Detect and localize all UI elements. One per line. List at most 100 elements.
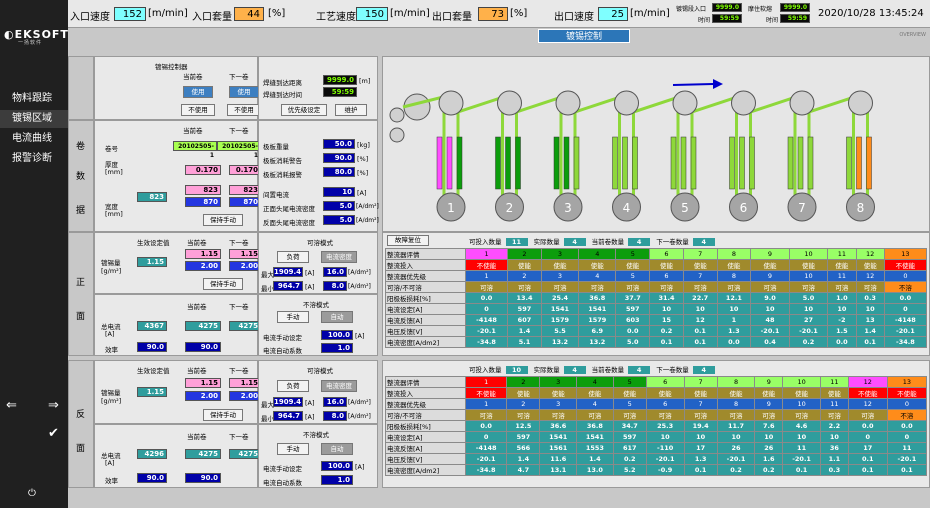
back-cell[interactable]: 11 — [819, 376, 849, 388]
forward-arrow-icon[interactable]: ⇒ — [48, 398, 59, 413]
back-cell[interactable]: 7 — [683, 398, 718, 410]
strip-hold-manual-button[interactable]: 保持手动 — [203, 214, 243, 226]
front-cell[interactable]: 3 — [540, 270, 580, 282]
front-cell[interactable]: 2 — [507, 248, 542, 260]
checkmark-icon[interactable]: ✔ — [48, 426, 59, 441]
back-cell[interactable]: 2 — [506, 376, 541, 388]
back-cell[interactable]: 使能 — [539, 387, 578, 399]
cur-unuse-button[interactable]: 不使用 — [181, 104, 215, 116]
back-arrow-icon[interactable]: ⇐ — [6, 398, 17, 413]
back-cell[interactable]: 使能 — [819, 387, 849, 399]
front-cell[interactable]: 9 — [750, 270, 790, 282]
back-auto-button[interactable]: 自动 — [321, 443, 353, 455]
back-cell[interactable]: 1 — [464, 398, 508, 410]
back-cell[interactable]: 13 — [886, 376, 928, 388]
front-cell[interactable]: 4 — [578, 270, 617, 282]
front-cell[interactable]: 使能 — [578, 259, 617, 271]
back-cell[interactable]: 3 — [539, 376, 578, 388]
front-cell[interactable]: 12 — [855, 270, 885, 282]
maintenance-button[interactable]: 维护 — [335, 104, 367, 116]
cur-use-button[interactable]: 使用 — [183, 86, 213, 98]
front-cell[interactable]: 6 — [649, 248, 684, 260]
back-density-button[interactable]: 电流密度 — [321, 380, 357, 392]
back-cell[interactable]: 10 — [782, 376, 821, 388]
front-cell[interactable]: 7 — [682, 270, 718, 282]
front-load-button[interactable]: 负荷 — [277, 251, 309, 263]
back-manual-button[interactable]: 手动 — [277, 443, 309, 455]
back-cell[interactable]: 2 — [506, 398, 541, 410]
fault-reset-button[interactable]: 故障复位 — [387, 235, 429, 246]
back-cell[interactable]: 12 — [847, 376, 888, 388]
front-cell[interactable]: 使能 — [682, 259, 718, 271]
front-cell[interactable]: 6 — [649, 270, 684, 282]
front-hold-manual-button[interactable]: 保持手动 — [203, 278, 243, 290]
back-cell[interactable]: 10 — [782, 398, 821, 410]
back-load-button[interactable]: 负荷 — [277, 380, 309, 392]
front-cell[interactable]: 5 — [615, 248, 651, 260]
back-cell[interactable]: 使能 — [612, 387, 647, 399]
back-cell[interactable]: 8 — [716, 398, 756, 410]
back-cell[interactable]: 使能 — [645, 387, 685, 399]
back-cell[interactable]: 3 — [539, 398, 578, 410]
front-cell[interactable]: 5 — [615, 270, 651, 282]
front-cell[interactable]: 0 — [883, 270, 928, 282]
next-use-button[interactable]: 使用 — [229, 86, 259, 98]
front-cell[interactable]: 1 — [464, 270, 509, 282]
front-cell[interactable]: 3 — [540, 248, 580, 260]
front-cell[interactable]: 使能 — [649, 259, 684, 271]
front-cell[interactable]: 使能 — [827, 259, 857, 271]
front-cell[interactable]: 使能 — [855, 259, 885, 271]
back-hold-manual-button[interactable]: 保持手动 — [203, 409, 243, 421]
back-cell[interactable]: 6 — [645, 398, 685, 410]
front-cell[interactable]: 不使能 — [883, 259, 928, 271]
back-cell[interactable]: 6 — [645, 376, 685, 388]
front-cell[interactable]: 11 — [827, 270, 857, 282]
front-cell[interactable]: 使能 — [788, 259, 829, 271]
front-cell[interactable]: 使能 — [750, 259, 790, 271]
back-cell[interactable]: 4 — [576, 398, 614, 410]
back-cell[interactable]: 9 — [754, 398, 784, 410]
back-cell[interactable]: 4 — [576, 376, 614, 388]
front-manual-button[interactable]: 手动 — [277, 311, 309, 323]
back-cell[interactable]: 使能 — [576, 387, 614, 399]
back-cell[interactable]: 使能 — [716, 387, 756, 399]
nav-current-curve[interactable]: 电流曲线 — [0, 130, 68, 148]
back-cell[interactable]: 不使能 — [464, 387, 508, 399]
front-cell[interactable]: 2 — [507, 270, 542, 282]
back-cell[interactable]: 5 — [612, 376, 647, 388]
power-icon[interactable]: ⏻ — [28, 488, 36, 499]
back-cell[interactable]: 5 — [612, 398, 647, 410]
back-cell[interactable]: 7 — [683, 376, 718, 388]
front-auto-button[interactable]: 自动 — [321, 311, 353, 323]
front-cell[interactable]: 8 — [716, 248, 752, 260]
front-cell[interactable]: 12 — [855, 248, 885, 260]
nav-material-tracking[interactable]: 物料跟踪 — [0, 90, 68, 108]
back-cell[interactable]: 使能 — [754, 387, 784, 399]
front-cell[interactable]: 4 — [578, 248, 617, 260]
back-cell[interactable]: 11 — [819, 398, 849, 410]
back-cell[interactable]: 9 — [754, 376, 784, 388]
front-cell[interactable]: 不使能 — [464, 259, 509, 271]
back-cell[interactable]: 12 — [847, 398, 888, 410]
front-density-button[interactable]: 电流密度 — [321, 251, 357, 263]
front-cell[interactable]: 13 — [883, 248, 928, 260]
back-cell[interactable]: 不使能 — [847, 387, 888, 399]
front-cell[interactable]: 7 — [682, 248, 718, 260]
front-cell[interactable]: 使能 — [507, 259, 542, 271]
front-cell[interactable]: 1 — [464, 248, 509, 260]
nav-tin-area[interactable]: 镀锡区域 — [0, 110, 68, 128]
back-cell[interactable]: 1 — [464, 376, 508, 388]
back-cell[interactable]: 使能 — [683, 387, 718, 399]
front-cell[interactable]: 使能 — [716, 259, 752, 271]
back-cell[interactable]: 0 — [886, 398, 928, 410]
front-cell[interactable]: 使能 — [615, 259, 651, 271]
nav-alarm-diagnosis[interactable]: 报警诊断 — [0, 150, 68, 168]
front-cell[interactable]: 11 — [827, 248, 857, 260]
back-cell[interactable]: 使能 — [506, 387, 541, 399]
front-cell[interactable]: 8 — [716, 270, 752, 282]
front-cell[interactable]: 10 — [788, 270, 829, 282]
front-cell[interactable]: 9 — [750, 248, 790, 260]
front-cell[interactable]: 10 — [788, 248, 829, 260]
priority-setting-button[interactable]: 优先级设定 — [281, 104, 327, 116]
front-cell[interactable]: 使能 — [540, 259, 580, 271]
